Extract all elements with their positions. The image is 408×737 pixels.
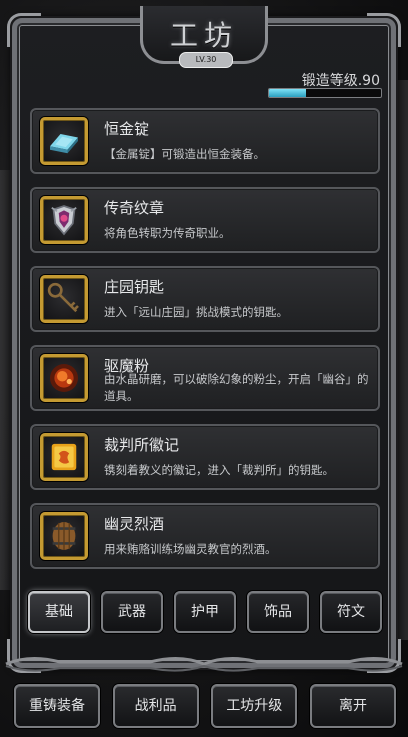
recipe-name: 裁判所徽记 [104, 436, 180, 454]
panel-title: 工坊 [169, 19, 238, 52]
emblem-icon [40, 196, 88, 244]
recipe-name: 传奇纹章 [104, 199, 165, 217]
recipe-list: 恒金锭 【金属锭】可锻造出恒金装备。 传奇纹章 将角色转职为传奇职业。 庄园钥匙… [30, 108, 380, 582]
leave-button[interactable]: 离开 [309, 684, 396, 728]
recipe-description: 【金属锭】可锻造出恒金装备。 [104, 147, 265, 161]
insignia-icon [40, 433, 88, 481]
forge-progress-bar [268, 88, 382, 98]
upgrade-workshop-button[interactable]: 工坊升级 [211, 684, 298, 728]
tab-runes[interactable]: 符文 [320, 591, 382, 633]
recipe-name: 恒金锭 [104, 120, 150, 138]
recipe-item[interactable]: 驱魔粉 由水晶研磨，可以破除幻象的粉尘，开启「幽谷」的道具。 [30, 345, 380, 411]
powder-icon [40, 354, 88, 402]
recipe-description: 用来贿赂训练场幽灵教官的烈酒。 [104, 542, 277, 556]
workshop-level-badge: LV.30 [179, 52, 233, 68]
tab-weapons[interactable]: 武器 [101, 591, 163, 633]
reforge-equipment-button[interactable]: 重铸装备 [14, 684, 100, 728]
recipe-description: 将角色转职为传奇职业。 [104, 226, 231, 240]
title-plate: 工坊 LV.30 [140, 6, 268, 68]
key-icon [40, 275, 88, 323]
barrel-icon [40, 512, 88, 560]
recipe-item[interactable]: 传奇纹章 将角色转职为传奇职业。 [30, 187, 380, 253]
frame-corner-ornament [7, 13, 41, 47]
tab-armor[interactable]: 护甲 [174, 591, 236, 633]
recipe-description: 镌刻着教义的徽记，进入「裁判所」的钥匙。 [104, 463, 334, 477]
recipe-name: 庄园钥匙 [104, 278, 165, 296]
panel-bottom-ornament [5, 657, 403, 672]
recipe-item[interactable]: 幽灵烈酒 用来贿赂训练场幽灵教官的烈酒。 [30, 503, 380, 569]
recipe-description: 进入「远山庄园」挑战模式的钥匙。 [104, 305, 288, 319]
recipe-item[interactable]: 裁判所徽记 镌刻着教义的徽记，进入「裁判所」的钥匙。 [30, 424, 380, 490]
tab-basic[interactable]: 基础 [28, 591, 90, 633]
loot-button[interactable]: 战利品 [112, 684, 199, 728]
bottom-action-bar: 重铸装备 战利品 工坊升级 离开 [14, 684, 396, 728]
category-tabs: 基础 武器 护甲 饰品 符文 [28, 591, 382, 633]
metal-ingot-icon [40, 117, 88, 165]
forge-level-label: 锻造等级.90 [301, 73, 380, 89]
forge-progress-fill [269, 89, 306, 97]
recipe-item[interactable]: 庄园钥匙 进入「远山庄园」挑战模式的钥匙。 [30, 266, 380, 332]
recipe-item[interactable]: 恒金锭 【金属锭】可锻造出恒金装备。 [30, 108, 380, 174]
tab-accessories[interactable]: 饰品 [247, 591, 309, 633]
frame-corner-ornament [367, 13, 401, 47]
recipe-name: 幽灵烈酒 [104, 515, 165, 533]
recipe-description: 由水晶研磨，可以破除幻象的粉尘，开启「幽谷」的道具。 [104, 372, 369, 403]
workshop-screen: 工坊 LV.30 锻造等级.90 恒金锭 【金属锭】可锻造出恒金装备。 传奇纹章… [0, 0, 408, 737]
